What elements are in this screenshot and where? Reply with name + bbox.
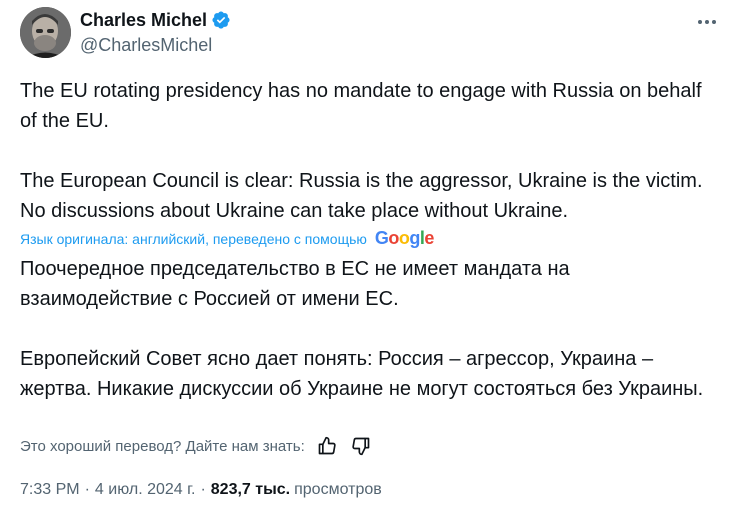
author-name-row: Charles Michel <box>80 8 231 32</box>
tweet-meta: 7:33 PM · 4 июл. 2024 г. · 823,7 тыс. пр… <box>20 481 382 499</box>
translated-text: Поочередное председательство в ЕС не име… <box>20 254 710 404</box>
tweet-time[interactable]: 7:33 PM <box>20 481 80 499</box>
meta-separator: · <box>84 481 90 498</box>
tweet-date[interactable]: 4 июл. 2024 г. <box>95 481 196 499</box>
translation-feedback: Это хороший перевод? Дайте нам знать: <box>20 434 373 458</box>
translation-notice: Язык оригинала: английский, переведено с… <box>20 228 434 249</box>
views-count[interactable]: 823,7 тыс. <box>211 481 290 499</box>
tweet-text: The EU rotating presidency has no mandat… <box>20 76 710 226</box>
tweet: Charles Michel @CharlesMichel The EU rot… <box>0 0 740 514</box>
avatar[interactable] <box>20 7 71 58</box>
translated-paragraph: Поочередное председательство в ЕС не име… <box>20 258 570 310</box>
translation-notice-text[interactable]: Язык оригинала: английский, переведено с… <box>20 231 367 247</box>
translated-paragraph: Европейский Совет ясно дает понять: Росс… <box>20 348 704 400</box>
more-options-icon[interactable] <box>694 12 720 32</box>
meta-separator: · <box>200 481 206 498</box>
feedback-prompt: Это хороший перевод? Дайте нам знать: <box>20 437 305 455</box>
views-label: просмотров <box>294 481 382 498</box>
verified-badge-icon[interactable] <box>211 10 231 30</box>
thumbs-down-icon[interactable] <box>349 434 373 458</box>
thumbs-up-icon[interactable] <box>315 434 339 458</box>
author-name[interactable]: Charles Michel <box>80 10 207 31</box>
google-logo: Google <box>374 228 435 248</box>
tweet-paragraph: The EU rotating presidency has no mandat… <box>20 80 702 132</box>
avatar-image <box>20 7 71 58</box>
tweet-paragraph: The European Council is clear: Russia is… <box>20 170 703 222</box>
author-handle[interactable]: @CharlesMichel <box>80 35 231 56</box>
author-info: Charles Michel @CharlesMichel <box>80 8 231 56</box>
